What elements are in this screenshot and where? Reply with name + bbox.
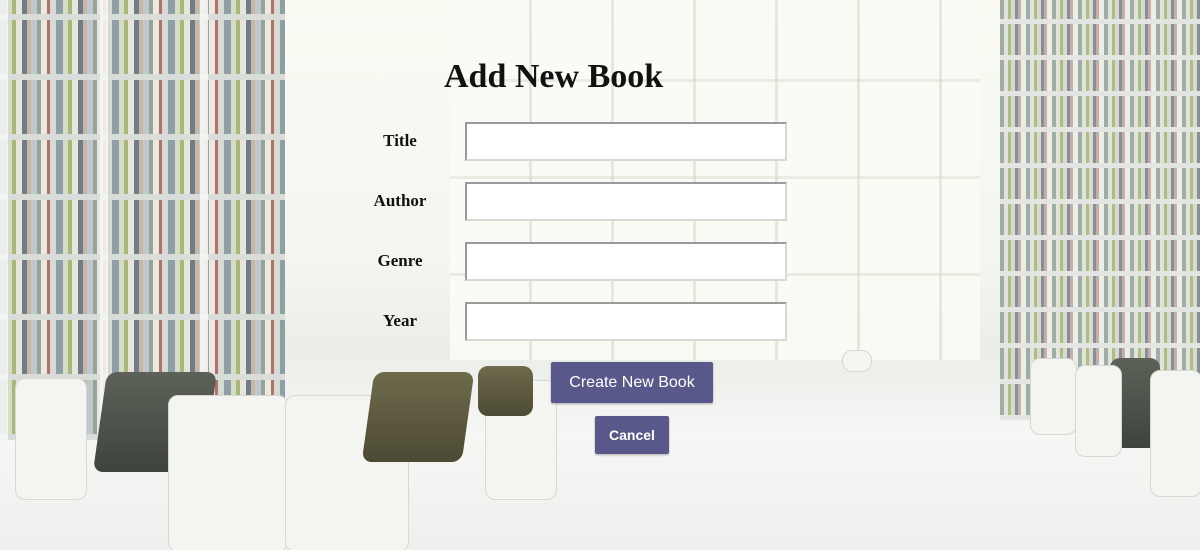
page-title: Add New Book [444, 58, 664, 95]
cancel-button[interactable]: Cancel [595, 416, 669, 454]
title-input[interactable] [465, 122, 787, 161]
author-label: Author [373, 191, 427, 210]
genre-label: Genre [377, 251, 423, 270]
add-book-form: Add New Book Title Author Genre Year Cre… [0, 0, 1200, 550]
create-book-button[interactable]: Create New Book [551, 362, 713, 403]
title-row: Title [330, 122, 790, 162]
genre-row: Genre [330, 242, 790, 282]
year-label: Year [383, 311, 417, 330]
author-input[interactable] [465, 182, 787, 221]
year-input[interactable] [465, 302, 787, 341]
year-row: Year [330, 302, 790, 342]
title-label: Title [383, 131, 417, 150]
genre-input[interactable] [465, 242, 787, 281]
author-row: Author [330, 182, 790, 222]
